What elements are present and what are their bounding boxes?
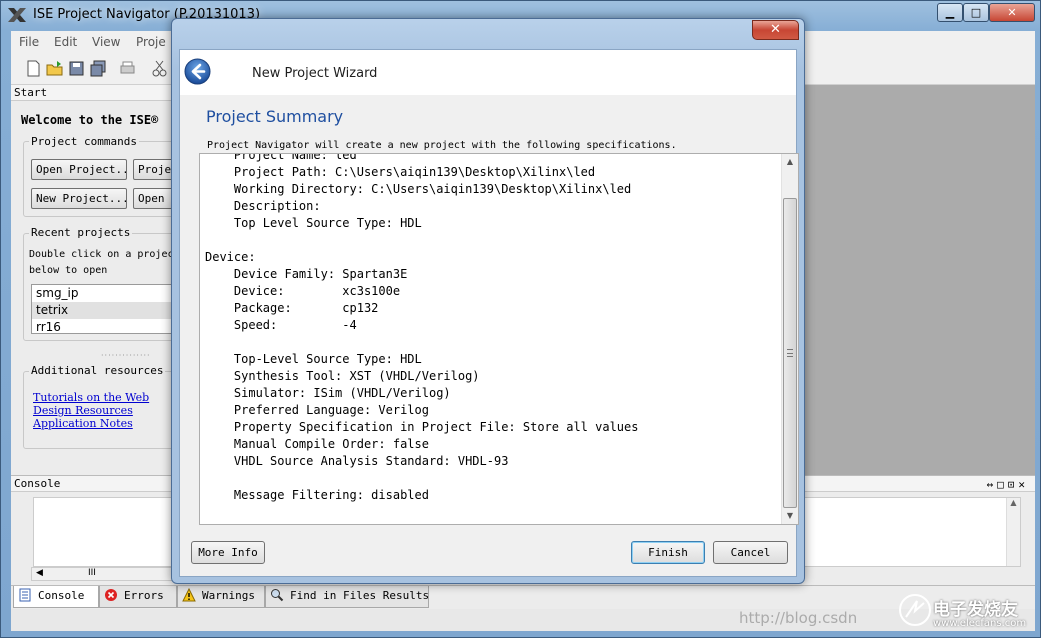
tab-label: Errors [124, 589, 164, 602]
console-tab-bar: Console Errors Warnings Find in Files Re… [11, 585, 1035, 609]
summary-line: Message Filtering: disabled [205, 488, 429, 502]
recent-hint: Double click on a projec [29, 249, 173, 260]
back-arrow-icon[interactable] [184, 58, 211, 85]
save-all-icon[interactable] [90, 60, 107, 77]
welcome-heading: Welcome to the ISE® [21, 113, 159, 127]
blog-watermark: http://blog.csdn [739, 609, 858, 627]
summary-line: Property Specification in Project File: … [205, 420, 639, 434]
status-bar [11, 609, 1035, 631]
summary-line: Synthesis Tool: XST (VHDL/Verilog) [205, 369, 480, 383]
close-button[interactable]: ✕ [989, 3, 1035, 22]
print-icon[interactable] [119, 60, 136, 77]
summary-line: Device: [205, 250, 256, 264]
minimize-button[interactable]: ▁ [937, 3, 963, 22]
menu-project[interactable]: Proje [136, 35, 166, 49]
new-project-button[interactable]: New Project... [31, 188, 127, 209]
find-icon [271, 589, 284, 602]
menu-file[interactable]: File [19, 35, 39, 49]
scroll-left-arrow-icon[interactable]: ◀ [36, 568, 43, 578]
open-folder-icon[interactable] [46, 60, 63, 77]
console-icon [19, 588, 31, 602]
additional-resources-label: Additional resources [29, 364, 166, 377]
tutorials-link[interactable]: Tutorials on the Web [33, 391, 149, 404]
brand-url: www.elecfans.com [933, 618, 1027, 629]
recent-projects-label: Recent projects [29, 226, 133, 239]
brand-name: 电子发烧友 [933, 600, 1018, 620]
wizard-title: New Project Wizard [252, 66, 378, 81]
splitter-dots[interactable]: ·············· [101, 351, 151, 360]
open-example-button[interactable]: Open [133, 188, 172, 209]
menu-view[interactable]: View [92, 35, 120, 49]
summary-vertical-scrollbar[interactable]: ▲ ▼ [781, 154, 798, 524]
scrollbar-grip[interactable]: III [88, 568, 96, 578]
summary-line: Project Name: led [205, 153, 357, 162]
wizard-header: New Project Wizard [179, 49, 797, 95]
new-file-icon[interactable] [25, 60, 42, 77]
xilinx-logo-icon [8, 8, 26, 22]
summary-line: Device: xc3s100e [205, 284, 401, 298]
console-header-label: Console [14, 477, 61, 490]
list-item[interactable]: tetrix [32, 302, 172, 319]
scroll-down-arrow-icon[interactable]: ▼ [782, 508, 798, 524]
summary-line [205, 470, 638, 487]
start-panel: Start Welcome to the ISE® Project comman… [11, 85, 173, 475]
tab-label: Warnings [202, 589, 255, 602]
error-icon [105, 589, 117, 601]
new-project-wizard-dialog: ✕ New Project Wizard Project Summary Pro… [171, 18, 805, 584]
tab-find-in-files[interactable]: Find in Files Results [265, 586, 429, 608]
application-notes-link[interactable]: Application Notes [33, 417, 133, 430]
project-summary-textbox[interactable]: Project Name: led Project Path: C:\Users… [199, 153, 799, 525]
maximize-button[interactable]: □ [963, 3, 989, 22]
page-heading: Project Summary [206, 107, 344, 126]
design-resources-link[interactable]: Design Resources [33, 404, 133, 417]
wizard-close-button[interactable]: ✕ [752, 20, 799, 40]
grip-icon [787, 349, 793, 357]
more-info-button[interactable]: More Info [191, 541, 265, 564]
summary-line: Speed: -4 [205, 318, 357, 332]
summary-line: Top-Level Source Type: HDL [205, 352, 422, 366]
console-vertical-scrollbar[interactable]: ▲ [1006, 498, 1020, 566]
start-panel-header: Start [11, 85, 172, 101]
scrollbar-thumb[interactable] [783, 198, 797, 508]
tab-warnings[interactable]: Warnings [177, 586, 265, 608]
tab-console[interactable]: Console [13, 586, 99, 608]
summary-line [205, 232, 638, 249]
summary-line: Manual Compile Order: false [205, 437, 429, 451]
summary-line: Device Family: Spartan3E [205, 267, 408, 281]
page-description: Project Navigator will create a new proj… [207, 140, 677, 151]
finish-button[interactable]: Finish [631, 541, 705, 564]
project-browser-button[interactable]: Proje [133, 159, 172, 180]
save-icon[interactable] [68, 60, 85, 77]
project-commands-label: Project commands [29, 135, 139, 148]
console-window-controls[interactable]: ↔□⊡✕ [987, 477, 1030, 493]
recent-projects-list[interactable]: smg_ip tetrix rr16 [31, 284, 172, 334]
warning-icon [182, 588, 196, 602]
summary-line: Working Directory: C:\Users\aiqin139\Des… [205, 182, 632, 196]
summary-line: VHDL Source Analysis Standard: VHDL-93 [205, 454, 509, 468]
scroll-up-arrow-icon[interactable]: ▲ [782, 154, 798, 170]
tab-errors[interactable]: Errors [99, 586, 177, 608]
open-project-button[interactable]: Open Project... [31, 159, 127, 180]
summary-line [205, 334, 638, 351]
summary-line: Simulator: ISim (VHDL/Verilog) [205, 386, 451, 400]
summary-text: Project Name: led Project Path: C:\Users… [205, 153, 639, 504]
console-horizontal-scrollbar[interactable]: ◀ III [31, 567, 181, 581]
summary-line: Preferred Language: Verilog [205, 403, 429, 417]
menu-edit[interactable]: Edit [54, 35, 77, 49]
tab-label: Console [38, 589, 85, 602]
cut-icon[interactable] [151, 60, 168, 77]
cancel-button[interactable]: Cancel [713, 541, 788, 564]
wizard-body: Project Summary Project Navigator will c… [179, 95, 799, 577]
recent-hint-2: below to open [29, 265, 108, 276]
summary-line: Package: cp132 [205, 301, 379, 315]
list-item[interactable]: smg_ip [32, 285, 172, 302]
list-item[interactable]: rr16 [32, 319, 172, 333]
summary-line: Top Level Source Type: HDL [205, 216, 422, 230]
tab-label: Find in Files Results [290, 589, 430, 602]
summary-line: Description: [205, 199, 321, 213]
summary-line: Project Path: C:\Users\aiqin139\Desktop\… [205, 165, 596, 179]
